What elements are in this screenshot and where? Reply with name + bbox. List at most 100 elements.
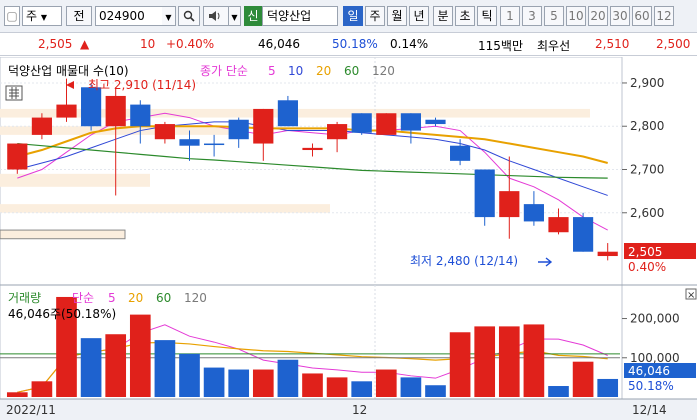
volume-bar[interactable] (375, 369, 397, 397)
volume-bar[interactable] (31, 381, 53, 397)
date-axis-bg (0, 399, 697, 420)
volume-value: 46,046 (258, 37, 300, 51)
interval-button-4[interactable]: 20 (588, 6, 608, 26)
candle-body[interactable] (31, 117, 52, 135)
price-volume-chart[interactable]: 덕양산업 매물대 수(10) 종가 단순 5 10 20 60 120 최고 2,910… (0, 57, 697, 420)
candle-body[interactable] (573, 217, 594, 252)
close-icon[interactable]: × (687, 290, 695, 301)
market-glyph: ▢ (6, 9, 18, 23)
candle-body[interactable] (277, 100, 298, 127)
candle-body[interactable] (351, 113, 372, 133)
volume-bar[interactable] (474, 326, 496, 397)
candle-body[interactable] (56, 104, 77, 118)
interval-button-6[interactable]: 60 (632, 6, 652, 26)
stock-name: 덕양산업 (267, 9, 312, 23)
volume-bar[interactable] (203, 367, 225, 397)
volume-bar[interactable] (449, 332, 471, 397)
volume-tick-label: 200,000 (630, 312, 680, 326)
price-change: 10 (140, 37, 156, 51)
candle-body[interactable] (400, 113, 421, 131)
volume-profile-bar (0, 204, 330, 213)
sound-dropdown-button[interactable]: ▼ (229, 6, 241, 26)
price-ma-period: 5 (268, 64, 276, 78)
price-tick-label: 2,700 (630, 163, 664, 177)
volume-bar[interactable] (597, 378, 619, 397)
up-arrow-icon: ▲ (80, 37, 90, 51)
volume-bar[interactable] (498, 326, 520, 397)
volume-bar[interactable] (523, 324, 545, 397)
candle-body[interactable] (327, 124, 348, 140)
price-ma-period: 10 (288, 64, 303, 78)
candle-body[interactable] (179, 139, 200, 146)
interval-button-1[interactable]: 3 (522, 6, 542, 26)
candle-body[interactable] (154, 124, 175, 140)
period-toggle[interactable]: 전 (66, 6, 92, 26)
candle-body[interactable] (7, 143, 28, 170)
market-select[interactable]: ▢ (4, 6, 20, 26)
volume-bar[interactable] (80, 338, 102, 397)
trade-amount: 115백만 (478, 39, 523, 53)
code-dropdown-button[interactable]: ▼ (162, 6, 176, 26)
candle-body[interactable] (597, 251, 618, 257)
volume-bar[interactable] (326, 377, 348, 397)
date-label-end: 12/14 (632, 403, 667, 417)
period-button-0[interactable]: 일 (343, 6, 363, 26)
candle-body[interactable] (302, 147, 323, 151)
volume-bar[interactable] (400, 377, 422, 397)
current-price-tag-text: 2,505 (628, 245, 662, 259)
candle-body[interactable] (523, 204, 544, 222)
volume-ma-label: 단순 (72, 291, 94, 305)
period-button-1[interactable]: 주 (365, 6, 385, 26)
sound-button[interactable] (203, 6, 229, 26)
candle-body[interactable] (548, 217, 569, 233)
period-button-6[interactable]: 틱 (477, 6, 497, 26)
candle-body[interactable] (499, 191, 520, 218)
candle-body[interactable] (253, 108, 274, 144)
volume-bar[interactable] (129, 314, 151, 397)
volume-value-text: 46,046주(50.18%) (8, 307, 116, 321)
market-dropdown[interactable]: 주 ▼ (22, 6, 62, 26)
period-button-5[interactable]: 초 (455, 6, 475, 26)
volume-profile-bar (0, 229, 126, 240)
volume-bar[interactable] (351, 381, 373, 397)
search-button[interactable] (178, 6, 200, 26)
volume-bar[interactable] (572, 361, 594, 397)
candle-body[interactable] (450, 145, 471, 161)
volume-bar[interactable] (425, 385, 446, 397)
volume-bar[interactable] (228, 369, 250, 397)
candle-body[interactable] (105, 95, 126, 127)
volume-bar[interactable] (252, 369, 274, 397)
price-ma-period: 60 (344, 64, 359, 78)
period-button-4[interactable]: 분 (433, 6, 453, 26)
volume-legend-title: 거래량 (8, 291, 41, 305)
volume-bar[interactable] (6, 392, 28, 397)
candle-body[interactable] (228, 119, 249, 140)
price-tick-label: 2,800 (630, 119, 664, 133)
candle-body[interactable] (81, 87, 102, 127)
period-button-2[interactable]: 월 (387, 6, 407, 26)
current-pct-text: 0.40% (628, 260, 666, 274)
volume-bar[interactable] (302, 373, 323, 397)
interval-button-2[interactable]: 5 (544, 6, 564, 26)
stock-name-field[interactable]: 덕양산업 (262, 6, 338, 26)
volume-bar[interactable] (179, 353, 200, 397)
volume-profile-bar (0, 173, 150, 187)
candle-body[interactable] (204, 143, 225, 146)
volume-ma-period: 120 (184, 291, 207, 305)
candle-body[interactable] (474, 169, 495, 218)
best-quote-label: 최우선 (537, 39, 571, 53)
candle-body[interactable] (425, 119, 446, 125)
interval-button-5[interactable]: 30 (610, 6, 630, 26)
candle-body[interactable] (130, 104, 151, 127)
volume-bar[interactable] (105, 334, 127, 397)
quote-bar: 2,505 ▲ 10 +0.40% 46,046 50.18% 0.14% 11… (0, 33, 697, 56)
volume-bar[interactable] (548, 386, 569, 397)
volume-bar[interactable] (277, 359, 299, 397)
interval-button-7[interactable]: 12 (654, 6, 674, 26)
volume-bar[interactable] (154, 340, 176, 397)
interval-button-3[interactable]: 10 (566, 6, 586, 26)
volume-ma-period: 20 (128, 291, 143, 305)
period-button-3[interactable]: 년 (409, 6, 429, 26)
interval-button-0[interactable]: 1 (500, 6, 520, 26)
candle-body[interactable] (376, 113, 397, 135)
